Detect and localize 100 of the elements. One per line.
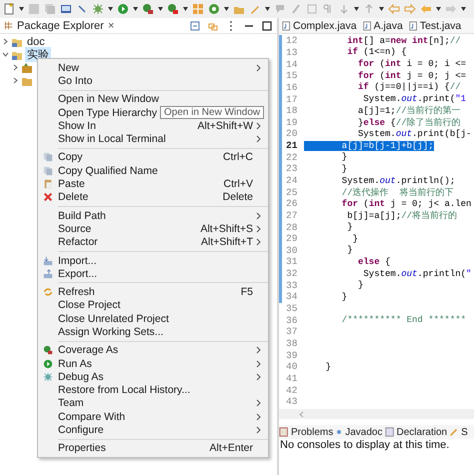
menu-item[interactable]: Delete: [58, 191, 88, 204]
line-number: 25: [286, 186, 298, 198]
package-explorer-icon: [4, 21, 13, 30]
menu-item[interactable]: Go Into: [58, 74, 92, 87]
line-number: 33: [286, 280, 298, 291]
editor-tab[interactable]: Test.java: [408, 20, 462, 32]
line-number: 22: [286, 152, 298, 163]
menu-shortcut: Alt+Shift+S: [200, 222, 253, 235]
menu-item[interactable]: Run As: [58, 358, 92, 370]
line-number: 20: [286, 128, 298, 140]
menu-item[interactable]: Show in Local Terminal: [58, 133, 166, 146]
menu-shortcut: Alt+Shift+T: [201, 236, 253, 248]
new-file-icon[interactable]: [3, 3, 15, 15]
debug-icon[interactable]: [92, 3, 104, 15]
menu-item[interactable]: Source: [58, 222, 92, 235]
code-line: if (1<=n) {: [346, 47, 407, 58]
view-tab[interactable]: Javadoc: [335, 426, 382, 438]
code-line: for (int j = 0; j <=: [357, 70, 466, 81]
line-number: 18: [286, 105, 298, 116]
line-number: 29: [286, 233, 298, 244]
code-line: }: [346, 222, 353, 232]
chevron-icon[interactable]: [2, 51, 9, 58]
coverage-icon: [43, 345, 53, 356]
line-number: 12: [286, 35, 298, 46]
menu-item[interactable]: Coverage As: [58, 344, 118, 356]
external-tools-icon[interactable]: [167, 3, 179, 15]
menu-item[interactable]: Team: [58, 397, 84, 410]
code-line: System.out.println();: [340, 176, 456, 186]
console-message: No consoles to display at this time.: [279, 439, 450, 451]
caret-icon[interactable]: [158, 7, 163, 11]
menu-item[interactable]: New: [58, 62, 80, 74]
menu-shortcut: F5: [240, 286, 253, 298]
menu-item[interactable]: Copy Qualified Name: [58, 164, 158, 177]
caret-icon[interactable]: [436, 7, 441, 11]
line-number: 27: [286, 210, 298, 221]
menu-item[interactable]: Close Project: [58, 299, 120, 312]
code-line: }: [352, 234, 358, 244]
code-line: System.out.println(": [362, 268, 472, 279]
menu-item[interactable]: Build Path: [58, 210, 106, 222]
menu-item[interactable]: Show In: [58, 120, 96, 132]
view-tab[interactable]: Declaration: [384, 426, 448, 438]
tooltip: Open in New Window: [160, 106, 264, 119]
menu-item[interactable]: Export...: [58, 268, 98, 280]
chevron-icon[interactable]: [12, 64, 19, 71]
view-tab[interactable]: Problems: [279, 426, 334, 438]
line-number: 24: [286, 175, 298, 186]
chevron-icon[interactable]: [2, 38, 9, 45]
menu-item[interactable]: Refresh: [58, 286, 95, 298]
problems-icon: [279, 427, 289, 437]
menu-item[interactable]: Open in New Window: [58, 93, 159, 106]
caret-icon[interactable]: [108, 7, 113, 11]
code-line: int[] a=new int[n];//: [346, 36, 461, 46]
caret-icon[interactable]: [133, 7, 138, 11]
code-line: }: [340, 152, 348, 162]
line-number: 30: [286, 244, 298, 256]
terminal-icon[interactable]: [60, 3, 72, 15]
menu-item[interactable]: Configure: [58, 424, 104, 436]
menu-item[interactable]: Compare With: [58, 410, 126, 423]
menu-item[interactable]: Debug As: [58, 370, 104, 383]
menu-item[interactable]: Properties: [58, 442, 106, 454]
view-title[interactable]: Package Explorer: [17, 20, 104, 32]
menu-item[interactable]: Restore from Local History...: [58, 384, 190, 396]
run-icon: [43, 358, 53, 369]
line-number: 31: [286, 256, 298, 268]
caret-icon[interactable]: [183, 7, 188, 11]
collapse-all-icon[interactable]: [189, 20, 201, 32]
menu-item[interactable]: Refactor: [58, 236, 98, 248]
run-icon[interactable]: [117, 3, 129, 15]
view-tab[interactable]: S: [449, 426, 468, 438]
menu-item[interactable]: Close Unrelated Project: [58, 312, 169, 325]
menu-item[interactable]: Import...: [58, 254, 97, 266]
caret-icon[interactable]: [224, 7, 229, 11]
javadoc-icon: [335, 428, 344, 436]
line-number: 26: [286, 198, 298, 210]
maximize-icon[interactable]: [261, 20, 273, 32]
coverage-icon[interactable]: [142, 3, 154, 15]
caret-icon[interactable]: [461, 7, 466, 11]
menu-item[interactable]: Assign Working Sets...: [58, 326, 164, 338]
line-number: 16: [286, 82, 298, 93]
caret-icon[interactable]: [354, 7, 359, 11]
code-line: if (j==0||j==i) {//: [357, 82, 461, 92]
line-number: 41: [286, 372, 298, 384]
line-number: 23: [286, 163, 298, 174]
paste-icon: [43, 179, 53, 190]
editor-tab[interactable]: A.java: [362, 20, 403, 32]
code-line: }else {//除了当前行的: [357, 116, 461, 129]
close-button[interactable]: ×: [108, 20, 114, 32]
menu-item[interactable]: Paste: [58, 178, 85, 190]
menu-item[interactable]: Copy: [58, 151, 83, 164]
chevron-icon[interactable]: [12, 77, 19, 84]
caret-icon[interactable]: [19, 7, 24, 11]
caret-icon[interactable]: [379, 7, 384, 11]
caret-icon[interactable]: [265, 7, 270, 11]
menu-item[interactable]: Open Type Hierarchy: [58, 106, 158, 119]
java-file-icon: [362, 20, 372, 30]
editor-tab[interactable]: Complex.java: [282, 20, 357, 32]
new-item-icon[interactable]: [208, 3, 220, 15]
line-number: 35: [286, 303, 298, 314]
tree-item[interactable]: doc: [25, 36, 47, 48]
code-line: /********** End *******: [340, 315, 466, 326]
